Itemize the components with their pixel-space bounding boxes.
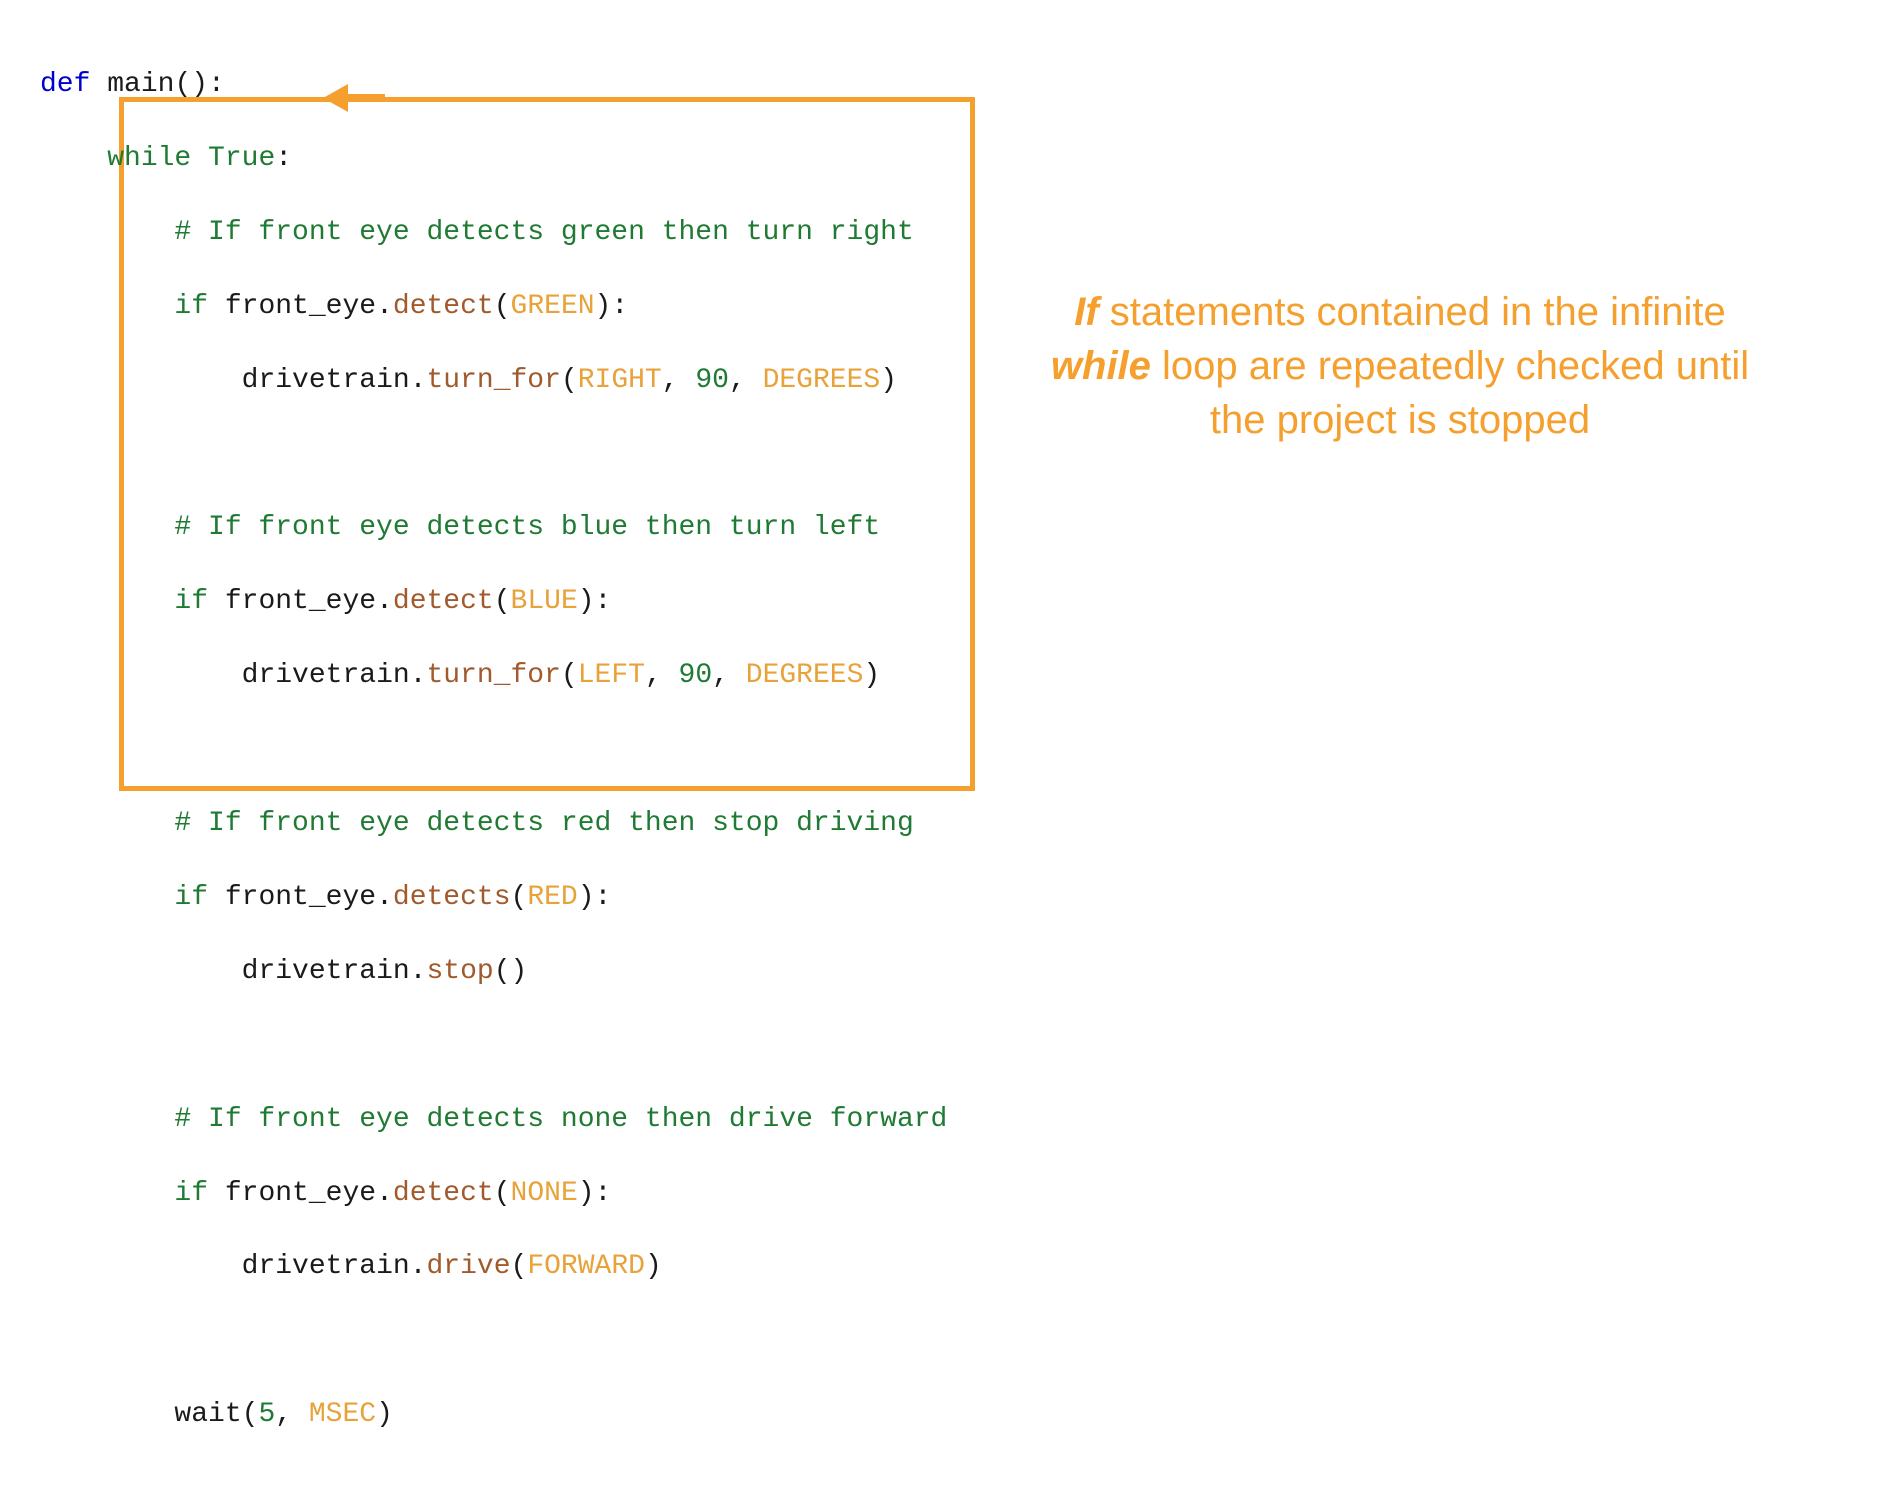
code-line-wait: wait(5, MSEC) — [40, 1397, 980, 1434]
code-line-turn-right: drivetrain.turn_for(RIGHT, 90, DEGREES) — [40, 363, 980, 400]
code-line-blank — [40, 732, 980, 769]
main-container: def main(): while True: # If front eye d… — [0, 0, 1880, 1072]
code-block: def main(): while True: # If front eye d… — [40, 30, 980, 1508]
code-line-while: while True: — [40, 141, 980, 178]
code-line-blank — [40, 1323, 980, 1360]
code-line-if-red: if front_eye.detects(RED): — [40, 880, 980, 917]
code-line-def: def main(): — [40, 67, 980, 104]
code-line-if-none: if front_eye.detect(NONE): — [40, 1176, 980, 1213]
code-line-drive: drivetrain.drive(FORWARD) — [40, 1249, 980, 1286]
annotation-panel: If statements contained in the infinite … — [980, 30, 1840, 1042]
code-line-turn-left: drivetrain.turn_for(LEFT, 90, DEGREES) — [40, 658, 980, 695]
code-panel: def main(): while True: # If front eye d… — [40, 30, 980, 1042]
code-line-blank — [40, 436, 980, 473]
annotation-text: If statements contained in the infinite … — [1020, 285, 1780, 447]
code-line-comment-blue: # If front eye detects blue then turn le… — [40, 510, 980, 547]
code-line-if-blue: if front_eye.detect(BLUE): — [40, 584, 980, 621]
code-line-comment-green: # If front eye detects green then turn r… — [40, 215, 980, 252]
code-line-blank — [40, 1028, 980, 1065]
code-line-comment-none: # If front eye detects none then drive f… — [40, 1102, 980, 1139]
code-line-stop: drivetrain.stop() — [40, 954, 980, 991]
code-line-if-green: if front_eye.detect(GREEN): — [40, 289, 980, 326]
code-line-comment-red: # If front eye detects red then stop dri… — [40, 806, 980, 843]
